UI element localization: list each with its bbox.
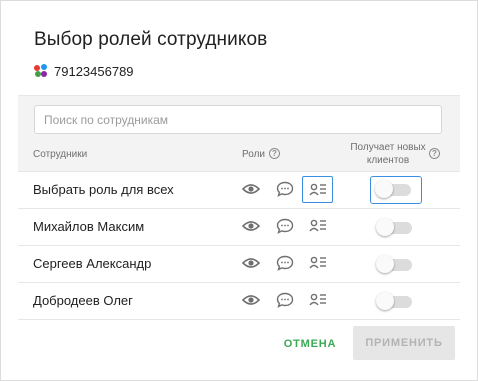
- list-item: Добродеев Олег: [18, 282, 460, 319]
- new-clients-toggle[interactable]: [370, 250, 422, 278]
- eye-icon[interactable]: [241, 218, 261, 234]
- search-input[interactable]: [34, 105, 442, 134]
- toggle-knob: [376, 218, 394, 236]
- eye-icon[interactable]: [241, 292, 261, 308]
- list-item-all: Выбрать роль для всех: [18, 171, 460, 208]
- chat-bubble-icon[interactable]: [276, 292, 294, 308]
- column-header-new-clients: Получает новых клиентов: [349, 142, 427, 166]
- dialog-title: Выбор ролей сотрудников: [34, 29, 268, 50]
- column-header-new-clients-line2: клиентов: [366, 155, 410, 166]
- chat-bubble-icon[interactable]: [276, 218, 294, 234]
- new-clients-toggle[interactable]: [370, 213, 422, 241]
- column-header-employees: Сотрудники: [33, 149, 88, 160]
- column-header-roles: Роли: [242, 149, 265, 160]
- cancel-button[interactable]: ОТМЕНА: [276, 331, 344, 357]
- account-row: 79123456789: [34, 62, 134, 80]
- new-clients-toggle[interactable]: [370, 287, 422, 315]
- toggle-knob: [376, 292, 394, 310]
- row-label: Выбрать роль для всех: [33, 182, 174, 197]
- phone-number: 79123456789: [54, 63, 134, 79]
- eye-icon[interactable]: [241, 181, 261, 197]
- toggle-knob: [376, 255, 394, 273]
- eye-icon[interactable]: [241, 255, 261, 271]
- contact-card-icon[interactable]: [309, 292, 327, 308]
- footer-divider: [18, 319, 460, 320]
- contact-card-icon[interactable]: [309, 218, 327, 234]
- contact-card-icon[interactable]: [309, 255, 327, 271]
- toggle-knob: [375, 180, 393, 198]
- column-header-new-clients-line1: Получает новых: [350, 142, 426, 153]
- app-logo-icon: [34, 64, 48, 78]
- row-label: Михайлов Максим: [33, 219, 145, 234]
- roles-help-icon[interactable]: ?: [269, 148, 280, 159]
- list-item: Михайлов Максим: [18, 208, 460, 245]
- chat-bubble-icon[interactable]: [276, 255, 294, 271]
- chat-bubble-icon[interactable]: [276, 181, 294, 197]
- new-clients-toggle[interactable]: [370, 176, 422, 204]
- row-label: Добродеев Олег: [33, 293, 133, 308]
- contact-card-icon[interactable]: [302, 176, 333, 203]
- apply-button[interactable]: ПРИМЕНИТЬ: [353, 326, 455, 360]
- row-label: Сергеев Александр: [33, 256, 152, 271]
- list-item: Сергеев Александр: [18, 245, 460, 282]
- dialog: Выбор ролей сотрудников 79123456789 Сотр…: [0, 0, 478, 381]
- new-clients-help-icon[interactable]: ?: [429, 148, 440, 159]
